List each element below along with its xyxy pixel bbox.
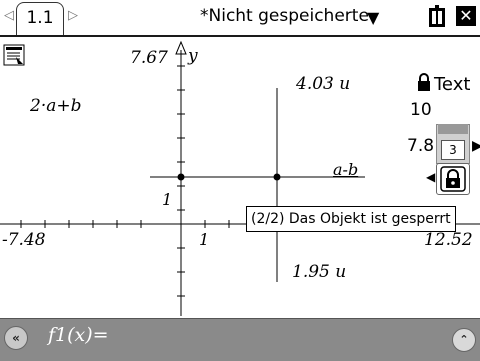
x-max-label: 12.52: [424, 230, 473, 250]
battery-icon: [429, 5, 445, 27]
x-tick-one: 1: [199, 230, 210, 249]
measure-top[interactable]: 4.03 u: [296, 74, 350, 94]
lock-icon: [440, 166, 466, 192]
document-title[interactable]: *Nicht gespeicherte: [200, 6, 369, 26]
locked-tooltip: (2/2) Das Objekt ist gesperrt: [246, 206, 456, 232]
right-arrow-icon[interactable]: ▷: [68, 8, 78, 23]
point-on-y-axis[interactable]: [177, 173, 185, 181]
x-min-label: -7.48: [2, 230, 46, 250]
slider-value-input[interactable]: 3: [441, 140, 465, 160]
tab-label: 1.1: [26, 8, 54, 28]
function-entry-label[interactable]: f1(x)=: [48, 324, 109, 346]
dropdown-arrow-icon[interactable]: ▼: [367, 8, 379, 27]
value-10[interactable]: 10: [410, 100, 432, 120]
left-arrow-icon[interactable]: ◁: [4, 8, 14, 23]
lock-icon: [418, 73, 430, 91]
y-max-label: 7.67: [130, 48, 168, 68]
text-label[interactable]: Text: [434, 74, 470, 95]
y-axis-label: y: [188, 46, 198, 66]
graph-canvas[interactable]: [0, 37, 480, 317]
slider-track[interactable]: [438, 124, 468, 134]
intersection-point[interactable]: [273, 173, 281, 181]
expand-icon[interactable]: ⌃: [452, 328, 476, 352]
lock-popup[interactable]: [436, 163, 470, 195]
popup-pointer-icon: ◀: [426, 170, 436, 184]
y-tick-one: 1: [162, 190, 173, 209]
close-icon[interactable]: ✕: [456, 6, 476, 26]
collapse-icon[interactable]: «: [4, 326, 28, 350]
slider-right-arrow-icon[interactable]: ▶: [472, 138, 480, 154]
tab-1-1[interactable]: 1.1: [16, 2, 64, 37]
expression-sum[interactable]: 2·a+b: [30, 96, 81, 116]
value-7-8[interactable]: 7.8: [407, 136, 434, 156]
menu-icon[interactable]: [3, 44, 25, 66]
label-ab[interactable]: a-b: [333, 160, 358, 179]
measure-bottom[interactable]: 1.95 u: [292, 262, 346, 282]
